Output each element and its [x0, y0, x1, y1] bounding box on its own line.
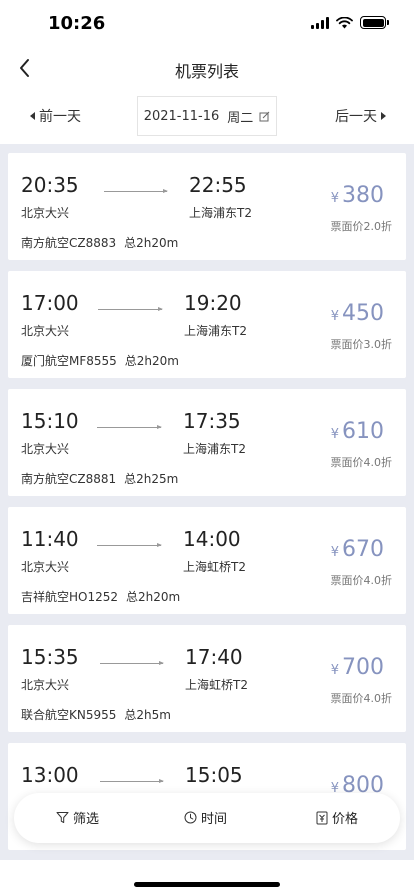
ticket-price: ¥450: [331, 301, 384, 326]
flight-number: 厦门航空MF8555: [21, 354, 117, 368]
status-icons: [311, 16, 389, 29]
flight-duration: 总2h5m: [124, 708, 171, 722]
next-day-button[interactable]: 后一天: [335, 106, 386, 126]
flight-duration: 总2h20m: [124, 236, 179, 250]
flight-info: 联合航空KN5955 总2h5m: [21, 706, 171, 723]
departure-airport: 北京大兴: [21, 206, 70, 220]
departure-time: 17:00: [21, 291, 79, 315]
departure-airport: 北京大兴: [21, 560, 70, 574]
flight-card[interactable]: 15:35 17:40 北京大兴 上海虹桥T2 联合航空KN5955 总2h5m …: [8, 625, 406, 732]
flight-card[interactable]: 20:35 22:55 北京大兴 上海浦东T2 南方航空CZ8883 总2h20m…: [8, 153, 406, 260]
currency-symbol: ¥: [330, 427, 339, 442]
discount-label: 票面价4.0折: [330, 456, 393, 469]
flight-number: 联合航空KN5955: [21, 708, 117, 722]
battery-icon: [360, 16, 389, 29]
filter-label: 筛选: [73, 812, 100, 827]
price-label: 价格: [332, 812, 359, 827]
date-picker[interactable]: 2021-11-16 周二: [137, 96, 277, 136]
flight-info: 南方航空CZ8883 总2h20m: [21, 234, 178, 251]
departure-time: 13:00: [21, 763, 79, 787]
discount-label: 票面价4.0折: [330, 692, 393, 705]
flight-number: 吉祥航空HO1252: [21, 590, 119, 604]
currency-symbol: ¥: [330, 191, 339, 206]
flight-info: 南方航空CZ8881 总2h25m: [21, 470, 178, 487]
home-indicator[interactable]: [134, 882, 280, 887]
funnel-icon: [56, 812, 69, 823]
prev-day-button[interactable]: 前一天: [30, 106, 81, 126]
price-value: 450: [342, 301, 384, 326]
next-day-label: 后一天: [335, 109, 377, 125]
arrival-airport: 上海浦东T2: [189, 206, 252, 220]
departure-airport: 北京大兴: [21, 442, 70, 456]
price-value: 700: [342, 655, 384, 680]
arrival-time: 22:55: [189, 173, 247, 197]
ticket-price: ¥700: [331, 655, 384, 680]
currency-symbol: ¥: [330, 545, 339, 560]
route-arrow: [98, 307, 163, 311]
price-value: 610: [342, 419, 384, 444]
flight-number: 南方航空CZ8883: [21, 236, 117, 250]
arrival-airport: 上海虹桥T2: [185, 678, 248, 692]
clock-icon: [184, 811, 197, 824]
arrival-airport: 上海浦东T2: [184, 324, 247, 338]
date-value: 2021-11-16: [143, 108, 220, 124]
price-tag-icon: [316, 811, 328, 824]
discount-label: 票面价3.0折: [330, 338, 393, 351]
weekday-value: 周二: [227, 110, 254, 126]
page-title: 机票列表: [174, 62, 239, 81]
caret-left-icon: [30, 112, 35, 120]
arrival-time: 15:05: [185, 763, 243, 787]
departure-time: 20:35: [21, 173, 79, 197]
prev-day-label: 前一天: [39, 109, 81, 125]
price-value: 670: [342, 537, 384, 562]
arrival-time: 17:35: [183, 409, 241, 433]
price-value: 380: [342, 183, 384, 208]
flight-duration: 总2h20m: [126, 590, 181, 604]
nav-bar: 机票列表: [0, 48, 414, 88]
status-time: 10:26: [48, 13, 106, 34]
route-arrow: [100, 661, 164, 665]
flight-card[interactable]: 17:00 19:20 北京大兴 上海浦东T2 厦门航空MF8555 总2h20m…: [8, 271, 406, 378]
departure-time: 15:35: [21, 645, 79, 669]
ticket-price: ¥380: [331, 183, 384, 208]
departure-time: 15:10: [21, 409, 79, 433]
flight-info: 吉祥航空HO1252 总2h20m: [21, 588, 180, 605]
flight-card[interactable]: 11:40 14:00 北京大兴 上海虹桥T2 吉祥航空HO1252 总2h20m…: [8, 507, 406, 614]
filter-bar: 筛选 时间 价格: [14, 793, 400, 843]
discount-label: 票面价2.0折: [330, 220, 393, 233]
flight-duration: 总2h25m: [124, 472, 179, 486]
route-arrow: [104, 189, 168, 193]
flight-duration: 总2h20m: [124, 354, 179, 368]
date-bar: 前一天 2021-11-16 周二 后一天: [0, 88, 414, 144]
route-arrow: [97, 425, 162, 429]
ticket-price: ¥670: [331, 537, 384, 562]
arrival-airport: 上海虹桥T2: [183, 560, 246, 574]
discount-label: 票面价4.0折: [330, 574, 393, 587]
arrival-time: 19:20: [184, 291, 242, 315]
bottom-area: [0, 860, 414, 896]
arrival-airport: 上海浦东T2: [183, 442, 246, 456]
route-arrow: [100, 779, 164, 783]
flight-number: 南方航空CZ8881: [21, 472, 117, 486]
wifi-icon: [336, 16, 353, 28]
caret-right-icon: [381, 112, 386, 120]
filter-button[interactable]: 筛选: [56, 808, 99, 827]
currency-symbol: ¥: [330, 663, 339, 678]
status-bar: 10:26: [0, 0, 414, 48]
departure-airport: 北京大兴: [21, 678, 70, 692]
arrival-time: 17:40: [185, 645, 243, 669]
flight-info: 厦门航空MF8555 总2h20m: [21, 352, 179, 369]
price-sort-button[interactable]: 价格: [316, 808, 358, 827]
flight-card[interactable]: 15:10 17:35 北京大兴 上海浦东T2 南方航空CZ8881 总2h25m…: [8, 389, 406, 496]
signal-icon: [311, 16, 329, 29]
time-sort-button[interactable]: 时间: [184, 808, 227, 827]
edit-icon: [259, 111, 270, 121]
departure-time: 11:40: [21, 527, 79, 551]
ticket-price: ¥610: [331, 419, 384, 444]
time-label: 时间: [201, 812, 228, 827]
currency-symbol: ¥: [330, 309, 339, 324]
arrival-time: 14:00: [183, 527, 241, 551]
departure-airport: 北京大兴: [21, 324, 70, 338]
route-arrow: [97, 543, 162, 547]
